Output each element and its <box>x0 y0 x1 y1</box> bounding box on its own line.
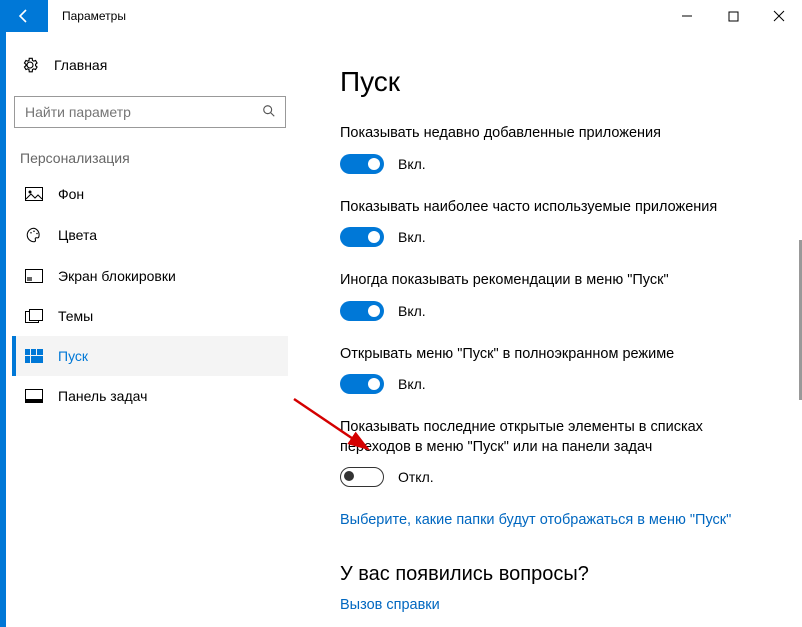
help-link[interactable]: Вызов справки <box>340 597 440 613</box>
sidebar-item-taskbar[interactable]: Панель задач <box>12 376 288 416</box>
setting-label: Показывать недавно добавленные приложени… <box>340 124 750 144</box>
themes-icon <box>24 309 44 324</box>
titlebar: Параметры <box>0 0 802 32</box>
folders-link[interactable]: Выберите, какие папки будут отображаться… <box>340 512 731 528</box>
home-nav[interactable]: Главная <box>12 50 288 80</box>
sidebar-item-label: Фон <box>58 186 84 202</box>
toggle-state: Вкл. <box>398 376 426 392</box>
search-wrap <box>14 96 286 128</box>
questions-heading: У вас появились вопросы? <box>340 563 762 586</box>
toggle-state: Вкл. <box>398 303 426 319</box>
sidebar-item-label: Экран блокировки <box>58 268 176 284</box>
setting-label: Открывать меню "Пуск" в полноэкранном ре… <box>340 345 750 365</box>
setting-most-used: Показывать наиболее часто используемые п… <box>340 198 762 248</box>
close-button[interactable] <box>756 0 802 32</box>
sidebar-item-start[interactable]: Пуск <box>12 336 288 376</box>
toggle-jumplist[interactable] <box>340 467 384 487</box>
toggle-fullscreen[interactable] <box>340 374 384 394</box>
search-input[interactable] <box>14 96 286 128</box>
picture-icon <box>24 187 44 201</box>
setting-suggestions: Иногда показывать рекомендации в меню "П… <box>340 271 762 321</box>
palette-icon <box>24 226 44 244</box>
window-controls <box>664 0 802 32</box>
setting-recent-apps: Показывать недавно добавленные приложени… <box>340 124 762 174</box>
lockscreen-icon <box>24 269 44 283</box>
setting-label: Иногда показывать рекомендации в меню "П… <box>340 271 750 291</box>
setting-label: Показывать наиболее часто используемые п… <box>340 198 750 218</box>
page-title: Пуск <box>340 66 762 98</box>
back-button[interactable] <box>0 0 48 32</box>
sidebar-item-label: Цвета <box>58 227 97 243</box>
sidebar-item-background[interactable]: Фон <box>12 174 288 214</box>
sidebar-item-label: Пуск <box>58 348 88 364</box>
toggle-state: Вкл. <box>398 229 426 245</box>
toggle-suggestions[interactable] <box>340 301 384 321</box>
gear-icon <box>20 56 40 74</box>
toggle-state: Вкл. <box>398 156 426 172</box>
search-icon <box>262 104 276 118</box>
setting-label: Показывать последние открытые элементы в… <box>340 418 750 457</box>
toggle-most-used[interactable] <box>340 227 384 247</box>
window-title: Параметры <box>48 0 126 32</box>
sidebar: Главная Персонализация Фон Цвета Э <box>6 32 306 627</box>
maximize-button[interactable] <box>710 0 756 32</box>
main-panel: Пуск Показывать недавно добавленные прил… <box>306 32 802 627</box>
sidebar-item-themes[interactable]: Темы <box>12 296 288 336</box>
sidebar-item-lockscreen[interactable]: Экран блокировки <box>12 256 288 296</box>
toggle-state: Откл. <box>398 469 434 485</box>
setting-fullscreen: Открывать меню "Пуск" в полноэкранном ре… <box>340 345 762 395</box>
start-icon <box>24 349 44 363</box>
sidebar-item-colors[interactable]: Цвета <box>12 214 288 256</box>
section-title: Персонализация <box>20 150 288 166</box>
home-label: Главная <box>54 57 107 73</box>
sidebar-item-label: Темы <box>58 308 93 324</box>
setting-jumplist: Показывать последние открытые элементы в… <box>340 418 762 487</box>
minimize-button[interactable] <box>664 0 710 32</box>
sidebar-item-label: Панель задач <box>58 388 147 404</box>
toggle-recent-apps[interactable] <box>340 154 384 174</box>
taskbar-icon <box>24 389 44 403</box>
